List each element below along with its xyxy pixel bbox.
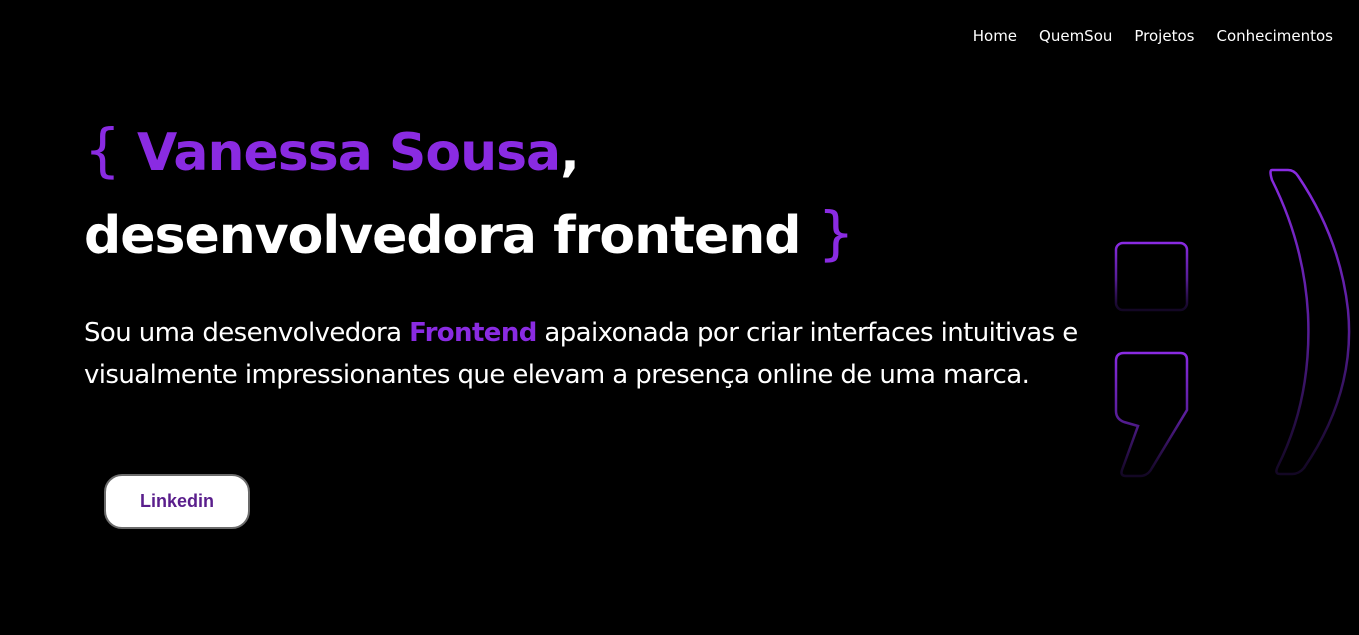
intro-text-start: Sou uma desenvolvedora <box>84 318 410 348</box>
nav-quemsou-link[interactable]: QuemSou <box>1039 26 1112 46</box>
top-nav: Home QuemSou Projetos Conhecimentos <box>973 26 1333 46</box>
close-brace: } <box>817 199 855 267</box>
intro-paragraph: Sou uma desenvolvedora Frontend apaixona… <box>84 312 1184 396</box>
page: Home QuemSou Projetos Conhecimentos { Va… <box>0 0 1359 635</box>
hero-headline: { Vanessa Sousa, desenvolvedora frontend… <box>84 110 855 276</box>
semicolon-parenthesis-icon <box>1114 168 1351 478</box>
hero-comma: , <box>560 123 580 183</box>
open-brace: { <box>84 116 121 184</box>
linkedin-button[interactable]: Linkedin <box>104 474 250 529</box>
intro-highlight: Frontend <box>409 318 537 348</box>
nav-conhecimentos-link[interactable]: Conhecimentos <box>1216 26 1333 46</box>
hero-name: Vanessa Sousa <box>137 123 561 183</box>
hero-role: desenvolvedora frontend <box>84 206 802 266</box>
nav-projetos-link[interactable]: Projetos <box>1134 26 1194 46</box>
nav-home-link[interactable]: Home <box>973 26 1017 46</box>
